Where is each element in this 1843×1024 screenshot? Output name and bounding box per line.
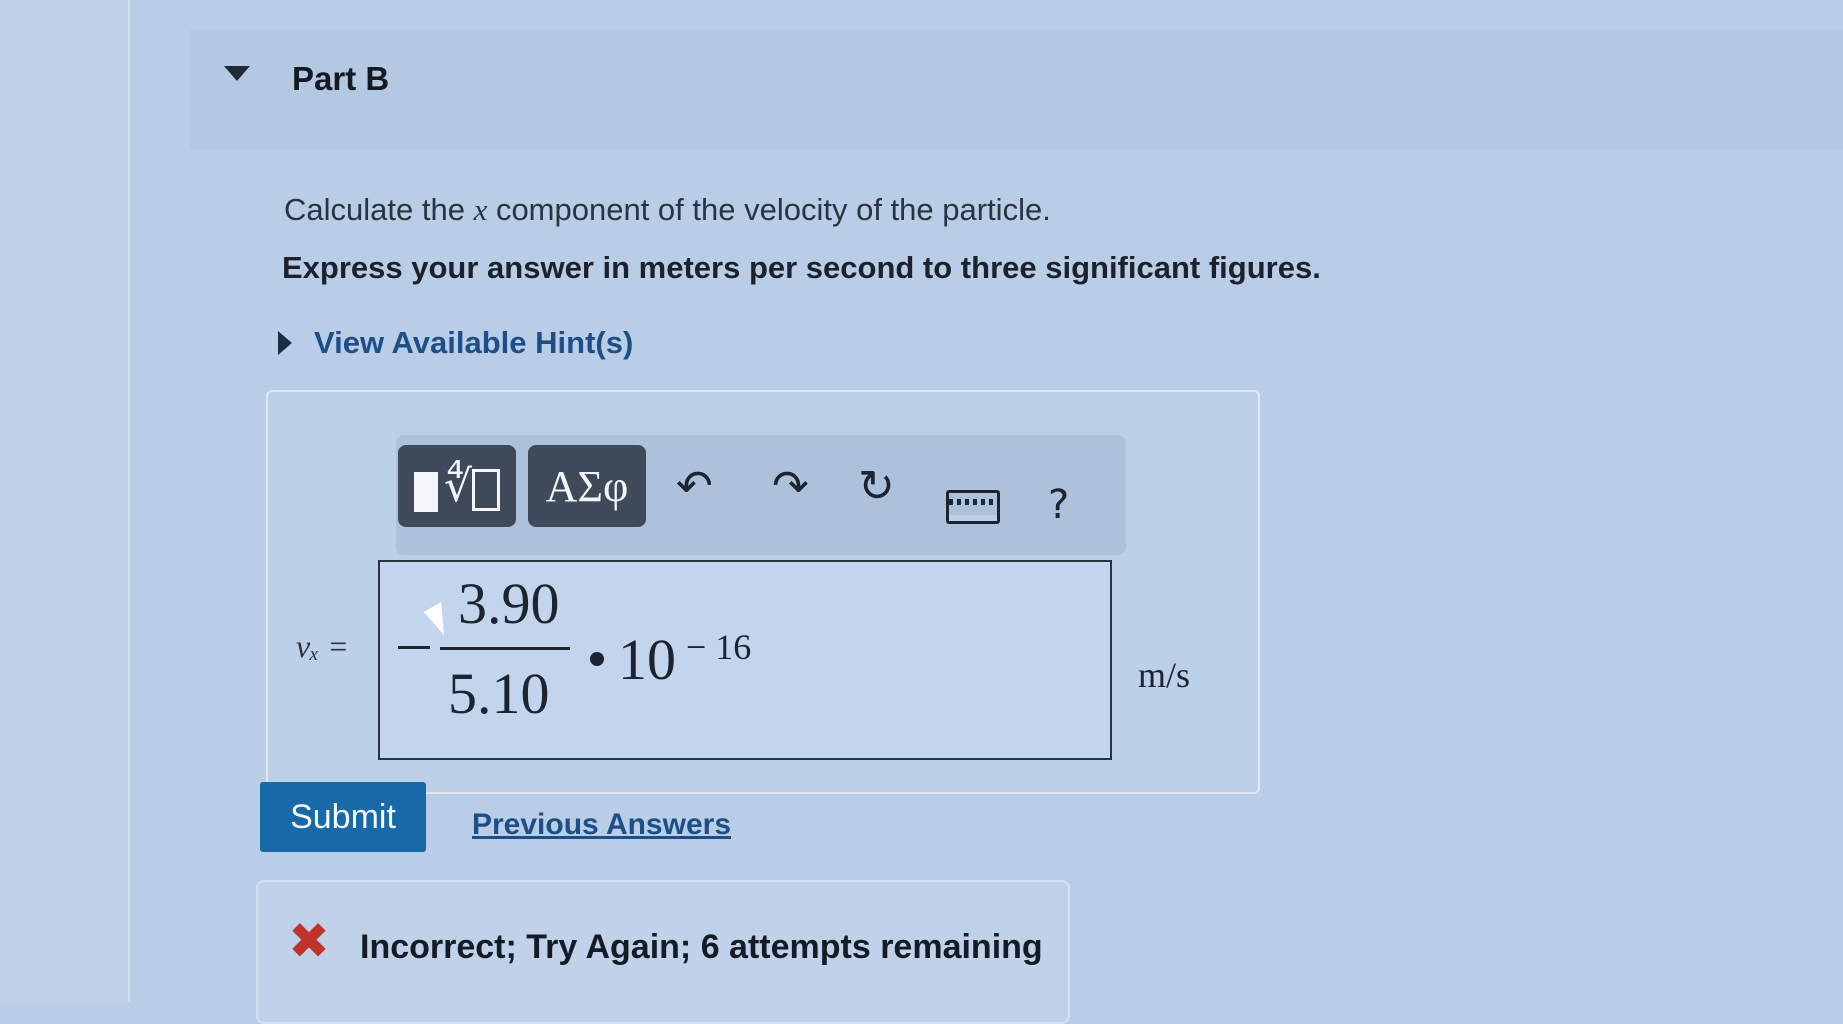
answer-variable-label: vₓ = [296,628,349,664]
answer-instruction: Express your answer in meters per second… [282,250,1321,285]
help-icon[interactable]: ? [1048,482,1069,528]
question-variable: x [473,192,488,227]
collapse-caret-icon[interactable] [224,66,250,81]
power-exponent: − 16 [686,627,752,667]
undo-icon[interactable]: ↶ [676,465,713,509]
template-box-icon [472,469,501,511]
previous-answers-link[interactable]: Previous Answers [472,808,731,842]
part-title: Part B [292,60,390,97]
unit-label: m/s [1138,655,1191,695]
minus-sign [398,646,430,649]
submit-button[interactable]: Submit [260,782,426,852]
question-text: Calculate the x component of the velocit… [284,192,1051,228]
redo-icon[interactable]: ↷ [772,465,809,509]
incorrect-x-icon: ✖ [288,912,330,970]
view-hints-link[interactable]: View Available Hint(s) [314,325,633,361]
left-rail [0,0,130,1002]
greek-symbols-button[interactable]: ΑΣφ [528,445,646,527]
question-text-after: component of the velocity of the particl… [487,192,1051,227]
feedback-message: Incorrect; Try Again; 6 attempts remaini… [360,928,1043,966]
keyboard-icon[interactable] [946,490,1000,524]
multiply-dot [590,652,604,666]
templates-button[interactable]: ∜ [398,445,516,527]
template-square-icon [413,472,438,512]
reset-icon[interactable]: ↻ [858,465,895,509]
view-hints-toggle[interactable]: View Available Hint(s) [278,325,633,361]
fraction-numerator: 3.90 [458,571,560,636]
part-header[interactable] [190,30,1843,150]
radical-icon: ∜ [443,461,473,511]
question-text-before: Calculate the [284,192,474,227]
fraction-bar [440,647,570,650]
fraction-denominator: 5.10 [448,661,550,726]
power-base: 10 [618,627,676,692]
expand-caret-icon [278,331,292,355]
